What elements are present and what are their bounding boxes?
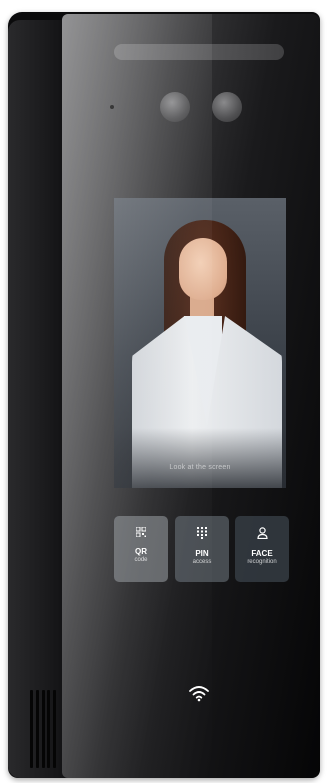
pin-button-subtitle: access bbox=[192, 559, 212, 565]
qr-code-icon bbox=[136, 527, 146, 537]
speaker-slot bbox=[30, 690, 33, 768]
camera-lens-right bbox=[212, 92, 242, 122]
speaker-slot bbox=[53, 690, 56, 768]
device-front-panel: Look at the screen QR code PIN access FA… bbox=[62, 14, 320, 778]
camera-preview-screen: Look at the screen bbox=[114, 198, 286, 488]
person-icon bbox=[256, 527, 268, 539]
speaker-slot bbox=[41, 690, 45, 768]
qr-button-subtitle: code bbox=[134, 557, 148, 563]
person-face bbox=[179, 238, 227, 300]
keypad-icon bbox=[197, 527, 207, 539]
face-button-subtitle: recognition bbox=[247, 559, 277, 565]
pin-button-title: PIN bbox=[195, 549, 209, 558]
pin-access-button[interactable]: PIN access bbox=[175, 516, 229, 582]
face-recognition-button[interactable]: FACE recognition bbox=[235, 516, 289, 582]
qr-button-title: QR bbox=[135, 547, 147, 556]
look-at-screen-prompt: Look at the screen bbox=[169, 464, 231, 471]
face-button-title: FACE bbox=[251, 549, 273, 558]
qr-code-button[interactable]: QR code bbox=[114, 516, 168, 582]
speaker-slot bbox=[35, 690, 39, 768]
light-strip bbox=[114, 44, 284, 60]
device-side-panel bbox=[8, 20, 70, 778]
microphone-dot bbox=[110, 105, 114, 109]
screen-shade bbox=[114, 428, 286, 488]
speaker-slot bbox=[47, 690, 51, 768]
wifi-icon bbox=[189, 686, 209, 702]
camera-lens-left bbox=[160, 92, 190, 122]
speaker-grill bbox=[30, 690, 56, 768]
